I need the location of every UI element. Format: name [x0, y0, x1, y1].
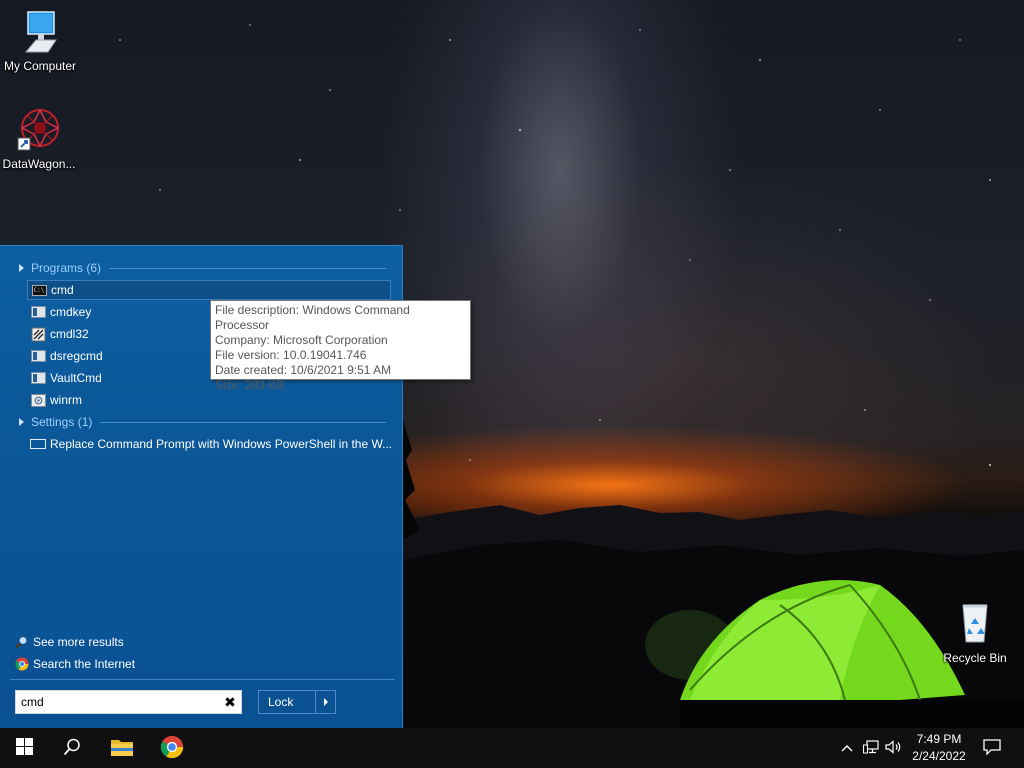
expand-triangle-icon [19, 418, 24, 426]
tooltip-file-description: File description: Windows Command Proces… [215, 303, 410, 332]
console-icon: C:\ [31, 283, 47, 297]
network-tray-button[interactable] [860, 728, 882, 768]
settings-item-replace-command-prompt[interactable]: Replace Command Prompt with Windows Powe… [27, 434, 391, 454]
program-item-label: cmdkey [50, 305, 92, 319]
programs-group-label: Programs (6) [31, 261, 102, 275]
chrome-icon [160, 735, 184, 762]
volume-tray-button[interactable] [884, 728, 904, 768]
computer-icon [0, 10, 80, 57]
close-icon[interactable]: ✖ [219, 691, 241, 713]
chrome-taskbar-button[interactable] [148, 728, 196, 768]
tooltip-size: Size: 283 KB [215, 378, 285, 392]
program-item-winrm[interactable]: winrm [27, 390, 391, 410]
see-more-results-label: See more results [33, 635, 124, 649]
magnifier-icon [15, 635, 29, 649]
app-icon [30, 349, 46, 363]
program-item-label: VaultCmd [50, 371, 102, 385]
desktop-icon-label: Recycle Bin [943, 651, 1007, 665]
taskbar: 7:49 PM 2/24/2022 [0, 728, 1024, 768]
tooltip-company: Company: Microsoft Corporation [215, 333, 388, 347]
search-internet-label: Search the Internet [33, 657, 136, 671]
desktop-icon-datawagon[interactable]: DataWagon... [0, 106, 79, 171]
desktop-icon-label: My Computer [3, 59, 77, 73]
see-more-results-link[interactable]: See more results [15, 633, 124, 651]
group-divider [109, 267, 386, 269]
chevron-right-icon[interactable] [315, 691, 335, 713]
start-search-box: ✖ [15, 690, 242, 714]
program-item-label: winrm [50, 393, 82, 407]
tooltip-date-created: Date created: 10/6/2021 9:51 AM [215, 363, 392, 377]
group-divider [100, 421, 386, 423]
start-search-input[interactable] [16, 692, 219, 712]
desktop-icon-my-computer[interactable]: My Computer [0, 10, 80, 73]
desktop-icon-label: DataWagon... [2, 157, 76, 171]
program-item-label: cmd [51, 283, 74, 297]
start-button[interactable] [0, 728, 48, 768]
action-center-icon [983, 738, 1001, 758]
settings-item-label: Replace Command Prompt with Windows Powe… [50, 437, 391, 451]
folder-icon [110, 737, 134, 760]
network-icon [863, 739, 879, 757]
action-center-button[interactable] [978, 728, 1006, 768]
program-item-label: cmdl32 [50, 327, 89, 341]
file-explorer-button[interactable] [98, 728, 146, 768]
clock-date[interactable]: 2/24/2022 [902, 749, 976, 763]
app-icon [30, 305, 46, 319]
expand-triangle-icon [19, 264, 24, 272]
search-internet-link[interactable]: Search the Internet [15, 655, 135, 673]
recycle-bin-icon [935, 600, 1015, 649]
datawagon-shortcut-icon [0, 106, 79, 155]
footer-divider [10, 679, 395, 680]
lock-button[interactable]: Lock [258, 690, 336, 714]
tooltip-file-version: File version: 10.0.19041.746 [215, 348, 367, 362]
taskbar-search-button[interactable] [48, 728, 96, 768]
program-item-label: dsregcmd [50, 349, 103, 363]
desktop-icon-recycle-bin[interactable]: Recycle Bin [935, 600, 1015, 665]
program-item-cmd[interactable]: C:\ cmd [27, 280, 391, 300]
chrome-icon [15, 657, 29, 671]
clock-time[interactable]: 7:49 PM [902, 732, 976, 746]
chevron-up-icon [841, 741, 853, 755]
search-icon [63, 738, 81, 759]
lock-button-label: Lock [268, 695, 294, 709]
windows-logo-icon [15, 738, 33, 758]
script-icon [30, 393, 46, 407]
network-tool-icon [30, 327, 46, 341]
settings-page-icon [30, 437, 46, 451]
file-info-tooltip: File description: Windows Command Proces… [210, 300, 471, 392]
settings-group-label: Settings (1) [31, 415, 93, 429]
settings-group-header[interactable]: Settings (1) [16, 414, 386, 430]
speaker-icon [885, 739, 903, 757]
show-hidden-icons-button[interactable] [838, 728, 856, 768]
app-icon [30, 371, 46, 385]
programs-group-header[interactable]: Programs (6) [16, 260, 386, 276]
